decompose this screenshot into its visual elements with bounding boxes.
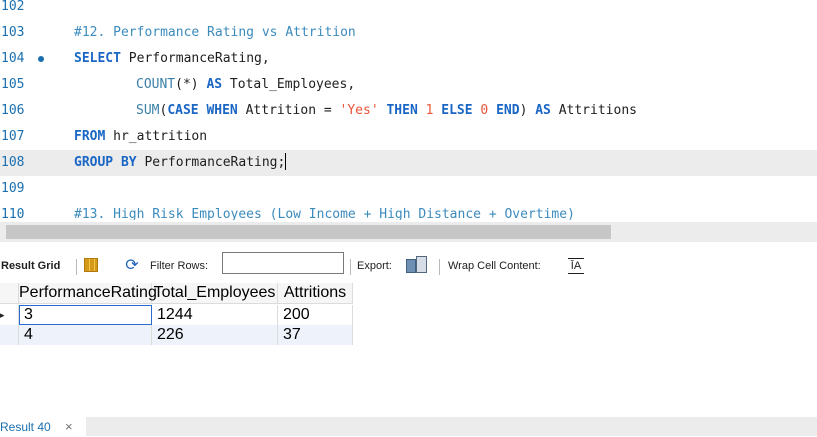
row-gutter-header [0,283,19,303]
result-grid: PerformanceRating Total_Employees Attrit… [0,283,353,345]
result-toolbar: Result Grid ⟳ Filter Rows: Export: Wrap … [0,252,817,280]
export-icon[interactable] [406,256,428,276]
line-number: 103 [1,25,25,40]
editor-line[interactable]: 110 #13. High Risk Employees (Low Income … [0,202,817,220]
table-row[interactable]: 4 226 37 [0,325,353,345]
toolbar-divider [76,259,77,275]
toolbar-divider [350,259,351,275]
editor-line[interactable]: 109 [0,176,817,202]
editor-line[interactable]: 102 [0,0,817,20]
line-number: 102 [1,0,25,14]
editor-line[interactable]: 104 SELECT PerformanceRating, [0,46,817,72]
table-cell[interactable]: 4 [19,325,152,345]
sql-editor[interactable]: 102 103 #12. Performance Rating vs Attriti… [0,0,817,220]
editor-line[interactable]: 108 GROUP BY PerformanceRating; [0,150,817,176]
editor-line[interactable]: 107 FROM hr_attrition [0,124,817,150]
scrollbar-thumb[interactable] [6,225,611,239]
code-text: GROUP BY PerformanceRating; [74,153,287,170]
grid-view-icon[interactable] [84,258,98,272]
table-row[interactable]: ▸ 3 1244 200 [0,305,353,325]
line-number: 107 [1,129,25,144]
table-cell[interactable]: 226 [152,325,278,345]
line-number: 109 [1,181,25,196]
grid-header-row: PerformanceRating Total_Employees Attrit… [0,283,353,304]
column-header-attritions[interactable]: Attritions [278,283,353,303]
line-number: 105 [1,77,25,92]
table-cell[interactable]: 37 [278,325,353,345]
line-number: 106 [1,103,25,118]
wrap-cell-icon[interactable]: ĪA [568,258,584,274]
editor-horizontal-scrollbar[interactable] [0,222,817,242]
code-text: FROM hr_attrition [74,129,208,144]
wrap-cell-content-label: Wrap Cell Content: [448,260,541,272]
refresh-icon[interactable]: ⟳ [121,256,143,276]
close-icon[interactable]: × [65,417,73,437]
line-number: 110 [1,207,25,220]
tab-result-40[interactable]: Result 40 × [0,417,86,436]
tab-label: Result 40 [0,420,51,434]
column-header-total-employees[interactable]: Total_Employees [152,283,278,303]
toolbar-divider [439,259,440,275]
code-text: #13. High Risk Employees (Low Income + H… [74,207,575,220]
editor-line[interactable]: 103 #12. Performance Rating vs Attrition [0,20,817,46]
code-text: SELECT PerformanceRating, [74,51,270,66]
result-tab-bar [0,417,817,436]
table-cell[interactable]: 3 [19,305,152,325]
text-caret [285,153,287,170]
filter-rows-label: Filter Rows: [150,260,209,272]
result-grid-label: Result Grid [1,260,61,272]
editor-line[interactable]: 106 SUM(CASE WHEN Attrition = 'Yes' THEN … [0,98,817,124]
table-cell[interactable]: 200 [278,305,353,325]
row-selected-marker: ▸ [0,305,19,325]
code-text: #12. Performance Rating vs Attrition [74,25,356,40]
table-cell[interactable]: 1244 [152,305,278,325]
row-gutter [0,325,19,345]
line-number: 108 [1,155,25,170]
line-number: 104 [1,51,25,66]
code-text: SUM(CASE WHEN Attrition = 'Yes' THEN 1 E… [136,103,637,118]
statement-marker-icon [38,56,44,62]
code-text: COUNT(*) AS Total_Employees, [136,77,356,92]
editor-line[interactable]: 105 COUNT(*) AS Total_Employees, [0,72,817,98]
column-header-performancerating[interactable]: PerformanceRating [19,283,157,303]
export-label: Export: [357,260,392,272]
filter-rows-input[interactable] [222,252,344,274]
